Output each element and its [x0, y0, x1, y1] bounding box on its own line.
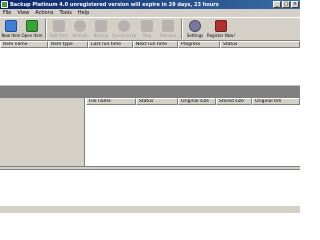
column-header-status[interactable]: Status — [220, 41, 300, 48]
stop-icon — [141, 20, 153, 32]
toolbar: New Item Open Item Edit Item Refresh Bac… — [0, 17, 300, 41]
settings-label: Settings — [186, 33, 204, 38]
window-title: Backup Platinum 4.0 unregistered version… — [10, 1, 219, 8]
column-header-item-name[interactable]: Item name — [0, 41, 48, 48]
new-item-button[interactable]: New Item — [1, 19, 21, 40]
column-header-file-name[interactable]: File name — [86, 98, 136, 105]
menu-view[interactable]: View — [14, 10, 32, 16]
edit-item-icon — [53, 20, 65, 32]
open-item-label: Open Item — [21, 33, 43, 38]
column-header-stored-size[interactable]: Stored size — [216, 98, 252, 105]
refresh-label: Refresh — [72, 33, 88, 38]
toolbar-separator — [181, 19, 183, 39]
stop-button[interactable]: Stop — [137, 19, 157, 40]
stop-label: Stop — [142, 33, 152, 38]
column-header-next-run-time[interactable]: Next run time — [133, 41, 178, 48]
minimize-button[interactable]: _ — [273, 1, 281, 8]
synchronize-icon — [118, 20, 130, 32]
synchronize-button[interactable]: Synchronize — [112, 19, 136, 40]
refresh-button[interactable]: Refresh — [70, 19, 90, 40]
menu-bar: File View Actions Tools Help — [0, 9, 300, 17]
settings-button[interactable]: Settings — [185, 19, 205, 40]
backup-label: Backup — [93, 33, 109, 38]
log-pane[interactable] — [0, 169, 300, 205]
column-header-file-status[interactable]: Status — [136, 98, 178, 105]
edit-item-label: Edit Item — [49, 33, 69, 38]
toolbar-separator — [45, 19, 47, 39]
column-header-original-size[interactable]: Original size — [178, 98, 216, 105]
status-bar — [0, 205, 300, 213]
menu-actions[interactable]: Actions — [32, 10, 56, 16]
column-header-last-run-time[interactable]: Last run time — [88, 41, 133, 48]
horizontal-splitter[interactable] — [0, 86, 300, 98]
settings-icon — [189, 20, 201, 32]
app-icon — [1, 1, 8, 8]
open-item-icon — [26, 20, 38, 32]
items-table-header: Item name Item type Last run time Next r… — [0, 41, 300, 48]
remove-button[interactable]: Remove — [158, 19, 178, 40]
synchronize-label: Synchronize — [111, 33, 137, 38]
folder-tree-pane[interactable] — [0, 98, 85, 166]
register-now-label: Register Now! — [206, 33, 236, 38]
refresh-icon — [74, 20, 86, 32]
menu-help[interactable]: Help — [75, 10, 92, 16]
column-header-progress[interactable]: Progress — [178, 41, 220, 48]
column-header-item-type[interactable]: Item type — [48, 41, 88, 48]
menu-tools[interactable]: Tools — [57, 10, 75, 16]
column-header-original-time[interactable]: Original tim — [252, 98, 300, 105]
file-table-header: File name Status Original size Stored si… — [86, 98, 300, 105]
remove-icon — [162, 20, 174, 32]
close-button[interactable]: × — [291, 1, 299, 8]
new-item-icon — [5, 20, 17, 32]
remove-label: Remove — [159, 33, 177, 38]
register-now-button[interactable]: Register Now! — [206, 19, 236, 40]
edit-item-button[interactable]: Edit Item — [49, 19, 69, 40]
file-list-pane[interactable] — [86, 98, 300, 166]
register-icon — [215, 20, 227, 32]
maximize-button[interactable]: □ — [282, 1, 290, 8]
open-item-button[interactable]: Open Item — [21, 19, 43, 40]
title-bar: Backup Platinum 4.0 unregistered version… — [0, 0, 300, 9]
backup-icon — [95, 20, 107, 32]
menu-file[interactable]: File — [0, 10, 14, 16]
new-item-label: New Item — [1, 33, 21, 38]
backup-button[interactable]: Backup — [91, 19, 111, 40]
